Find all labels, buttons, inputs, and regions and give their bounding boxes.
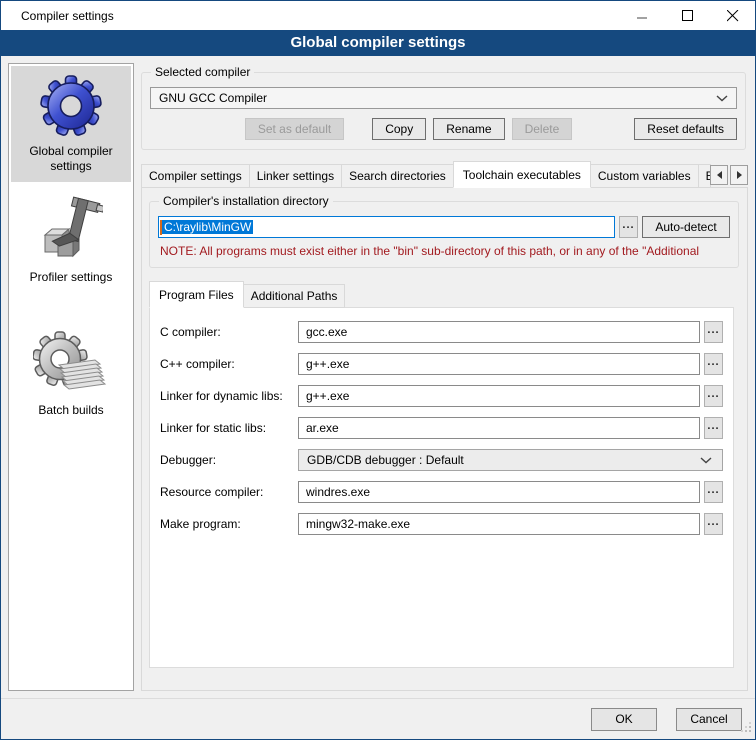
dynamic-linker-browse-button[interactable]: ... [704, 385, 723, 407]
field-row-resource-compiler: Resource compiler: windres.exe ... [160, 481, 723, 503]
caption-buttons [620, 1, 755, 30]
resize-grip[interactable] [741, 722, 752, 736]
settings-tab-bar: Compiler settings Linker settings Search… [141, 161, 748, 188]
resource-compiler-browse-button[interactable]: ... [704, 481, 723, 503]
input-value: g++.exe [306, 357, 349, 371]
note-text: NOTE: All programs must exist either in … [160, 244, 728, 258]
selected-compiler-group: Selected compiler GNU GCC Compiler Set a… [141, 72, 746, 150]
installation-directory-input[interactable]: C:\raylib\MinGW [158, 216, 615, 238]
field-row-debugger: Debugger: GDB/CDB debugger : Default [160, 449, 723, 471]
installation-directory-group: Compiler's installation directory C:\ray… [149, 201, 739, 268]
field-label: Debugger: [160, 453, 298, 467]
debugger-select[interactable]: GDB/CDB debugger : Default [298, 449, 723, 471]
field-label: Make program: [160, 517, 298, 531]
dialog-body: Global compiler settings [1, 56, 755, 698]
close-button[interactable] [710, 1, 755, 30]
window-title: Compiler settings [1, 9, 114, 23]
program-tab-bar: Program Files Additional Paths [149, 281, 740, 308]
c-compiler-browse-button[interactable]: ... [704, 321, 723, 343]
triangle-left-icon [717, 171, 722, 179]
group-label: Compiler's installation directory [159, 194, 333, 208]
delete-button: Delete [512, 118, 573, 140]
auto-detect-button[interactable]: Auto-detect [642, 216, 730, 238]
tab-custom-variables[interactable]: Custom variables [590, 164, 699, 188]
tab-scroll-right-button[interactable] [730, 165, 748, 185]
ok-button[interactable]: OK [591, 708, 657, 731]
sidebar-item-label: Global compiler settings [13, 144, 129, 174]
sidebar-item-profiler-settings[interactable]: Profiler settings [11, 188, 131, 293]
field-row-dynamic-linker: Linker for dynamic libs: g++.exe ... [160, 385, 723, 407]
maximize-button[interactable] [665, 1, 710, 30]
tab-scroll-left-button[interactable] [710, 165, 728, 185]
triangle-right-icon [737, 171, 742, 179]
compiler-buttons-row: Set as default Copy Rename Delete Reset … [150, 118, 737, 140]
sidebar-item-label: Batch builds [38, 403, 103, 418]
titlebar: Compiler settings [1, 1, 755, 30]
cpp-compiler-browse-button[interactable]: ... [704, 353, 723, 375]
directory-browse-button[interactable]: ... [619, 216, 638, 238]
input-value: windres.exe [306, 485, 370, 499]
copy-button[interactable]: Copy [372, 118, 426, 140]
rename-button[interactable]: Rename [433, 118, 504, 140]
static-linker-browse-button[interactable]: ... [704, 417, 723, 439]
resource-compiler-input[interactable]: windres.exe [298, 481, 700, 503]
program-files-panel: C compiler: gcc.exe ... C++ compiler: g+… [149, 307, 734, 668]
field-label: C compiler: [160, 325, 298, 339]
settings-sidebar: Global compiler settings [8, 63, 134, 691]
tab-build-options[interactable]: Build [698, 164, 711, 188]
close-icon [727, 10, 739, 22]
field-label: Linker for dynamic libs: [160, 389, 298, 403]
cpp-compiler-input[interactable]: g++.exe [298, 353, 700, 375]
sidebar-item-global-compiler-settings[interactable]: Global compiler settings [11, 66, 131, 182]
maximize-icon [682, 10, 693, 21]
input-value: g++.exe [306, 389, 349, 403]
minimize-icon [637, 10, 648, 21]
tab-search-directories[interactable]: Search directories [341, 164, 454, 188]
field-row-c-compiler: C compiler: gcc.exe ... [160, 321, 723, 343]
gear-blue-icon [39, 73, 103, 141]
toolchain-executables-page: Compiler's installation directory C:\ray… [141, 187, 748, 691]
dynamic-linker-input[interactable]: g++.exe [298, 385, 700, 407]
tab-toolchain-executables[interactable]: Toolchain executables [453, 161, 591, 188]
make-program-input[interactable]: mingw32-make.exe [298, 513, 700, 535]
tab-additional-paths[interactable]: Additional Paths [243, 284, 346, 308]
cancel-button[interactable]: Cancel [676, 708, 742, 731]
tab-scroll-arrows [710, 165, 748, 185]
compiler-settings-dialog: Compiler settings Global compiler settin… [0, 0, 756, 740]
installation-directory-row: C:\raylib\MinGW ... Auto-detect [158, 216, 730, 238]
input-value: gcc.exe [306, 325, 347, 339]
compiler-select-value: GNU GCC Compiler [159, 91, 267, 105]
group-label: Selected compiler [151, 65, 254, 79]
make-program-browse-button[interactable]: ... [704, 513, 723, 535]
set-as-default-button: Set as default [245, 118, 344, 140]
select-value: GDB/CDB debugger : Default [307, 453, 464, 467]
input-value: ar.exe [306, 421, 339, 435]
caliper-icon [39, 195, 103, 267]
main-content: Selected compiler GNU GCC Compiler Set a… [141, 63, 748, 691]
reset-defaults-button[interactable]: Reset defaults [634, 118, 737, 140]
dialog-footer: OK Cancel [1, 698, 755, 739]
minimize-button[interactable] [620, 1, 665, 30]
field-row-cpp-compiler: C++ compiler: g++.exe ... [160, 353, 723, 375]
field-label: C++ compiler: [160, 357, 298, 371]
field-row-make-program: Make program: mingw32-make.exe ... [160, 513, 723, 535]
field-label: Linker for static libs: [160, 421, 298, 435]
gear-stack-icon [33, 330, 109, 400]
sidebar-item-label: Profiler settings [30, 270, 113, 285]
page-title: Global compiler settings [1, 30, 755, 56]
tab-program-files[interactable]: Program Files [149, 281, 244, 308]
static-linker-input[interactable]: ar.exe [298, 417, 700, 439]
compiler-select[interactable]: GNU GCC Compiler [150, 87, 737, 109]
input-value: mingw32-make.exe [306, 517, 410, 531]
chevron-down-icon [716, 95, 732, 102]
selected-text: C:\raylib\MinGW [162, 220, 253, 234]
sidebar-item-batch-builds[interactable]: Batch builds [11, 323, 131, 426]
tab-compiler-settings[interactable]: Compiler settings [141, 164, 250, 188]
tab-linker-settings[interactable]: Linker settings [249, 164, 342, 188]
field-label: Resource compiler: [160, 485, 298, 499]
chevron-down-icon [700, 457, 714, 464]
field-row-static-linker: Linker for static libs: ar.exe ... [160, 417, 723, 439]
c-compiler-input[interactable]: gcc.exe [298, 321, 700, 343]
